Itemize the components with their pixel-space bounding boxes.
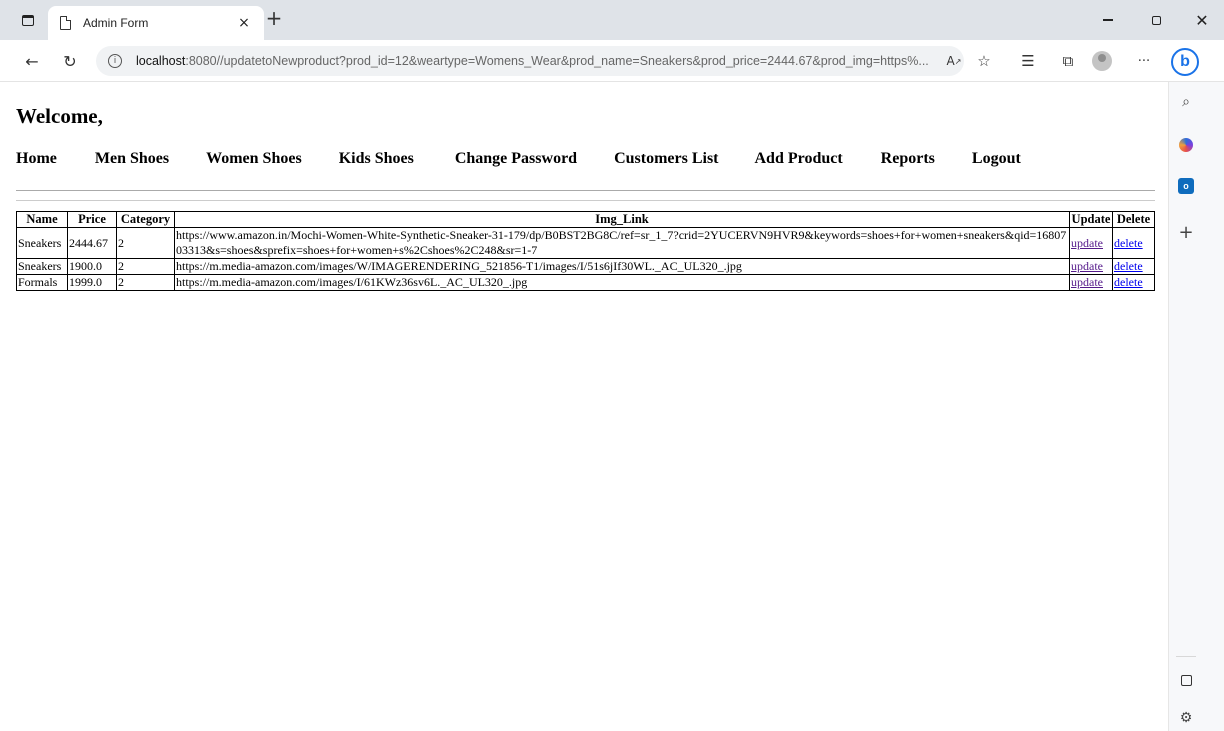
- delete-link[interactable]: delete: [1114, 259, 1143, 273]
- product-category: 2: [116, 227, 175, 259]
- menu-customers-list[interactable]: Customers List: [614, 150, 718, 168]
- update-link[interactable]: update: [1071, 275, 1103, 289]
- address-bar[interactable]: i localhost :8080//updatetoNewproduct?pr…: [96, 46, 964, 76]
- navigation-bar: ← ↻ i localhost :8080//updatetoNewproduc…: [0, 40, 1224, 82]
- update-link[interactable]: update: [1071, 259, 1103, 273]
- add-sidebar-app-icon[interactable]: +: [1176, 222, 1196, 243]
- admin-menu: Home Men Shoes Women Shoes Kids Shoes Ch…: [16, 150, 1021, 168]
- star-add-icon[interactable]: ☆: [972, 49, 996, 73]
- restore-icon[interactable]: [1144, 8, 1168, 32]
- split-pane-icon[interactable]: [1176, 670, 1196, 690]
- minimize-icon[interactable]: [1096, 8, 1120, 32]
- info-icon[interactable]: i: [108, 54, 122, 68]
- new-tab-button[interactable]: +: [262, 6, 286, 30]
- products-table: Name Price Category Img_Link Update Dele…: [16, 211, 1155, 291]
- menu-men-shoes[interactable]: Men Shoes: [95, 150, 169, 168]
- back-arrow-icon[interactable]: ←: [20, 49, 44, 73]
- page-content: Welcome, Home Men Shoes Women Shoes Kids…: [0, 82, 1166, 731]
- search-icon[interactable]: ⌕: [1176, 92, 1196, 112]
- divider: [16, 200, 1155, 201]
- product-name: Sneakers: [16, 227, 68, 259]
- table-row: Sneakers 2444.67 2 https://www.amazon.in…: [16, 227, 1155, 259]
- more-menu-icon[interactable]: ···: [1132, 49, 1156, 73]
- collections-icon[interactable]: ⧉: [1056, 49, 1080, 73]
- update-link[interactable]: update: [1071, 236, 1103, 250]
- menu-women-shoes[interactable]: Women Shoes: [206, 150, 302, 168]
- bing-icon[interactable]: b: [1171, 48, 1199, 76]
- copilot-icon[interactable]: [1179, 138, 1193, 152]
- menu-home[interactable]: Home: [16, 150, 57, 168]
- product-img-link: https://m.media-amazon.com/images/I/61KW…: [174, 274, 1070, 291]
- delete-link[interactable]: delete: [1114, 236, 1143, 250]
- profile-avatar[interactable]: [1092, 51, 1112, 71]
- welcome-heading: Welcome,: [16, 104, 103, 128]
- column-header-price: Price: [67, 211, 117, 228]
- menu-kids-shoes[interactable]: Kids Shoes: [339, 150, 414, 168]
- sidebar-toggle-icon[interactable]: [16, 8, 40, 32]
- product-price: 2444.67: [67, 227, 117, 259]
- read-aloud-icon[interactable]: A ↗: [942, 49, 966, 73]
- favorites-icon[interactable]: ☰: [1016, 49, 1040, 73]
- divider: [16, 190, 1155, 191]
- product-name: Formals: [16, 274, 68, 291]
- menu-change-password[interactable]: Change Password: [455, 150, 577, 168]
- table-row: Sneakers 1900.0 2 https://m.media-amazon…: [16, 258, 1155, 275]
- product-category: 2: [116, 274, 175, 291]
- product-price: 1900.0: [67, 258, 117, 275]
- title-bar: Admin Form × + ✕: [0, 0, 1224, 40]
- browser-tab-active[interactable]: Admin Form ×: [48, 6, 264, 40]
- column-header-name: Name: [16, 211, 68, 228]
- menu-add-product[interactable]: Add Product: [755, 150, 843, 168]
- menu-logout[interactable]: Logout: [972, 150, 1021, 168]
- product-name: Sneakers: [16, 258, 68, 275]
- menu-reports[interactable]: Reports: [881, 150, 935, 168]
- refresh-icon[interactable]: ↻: [58, 49, 82, 73]
- gear-icon[interactable]: ⚙: [1176, 708, 1196, 728]
- column-header-img-link: Img_Link: [174, 211, 1070, 228]
- tab-title: Admin Form: [83, 16, 149, 30]
- sidebar-divider: [1176, 656, 1196, 657]
- url-host: localhost: [136, 54, 186, 68]
- outlook-icon[interactable]: o: [1178, 178, 1194, 194]
- browser-sidebar: [1168, 82, 1224, 731]
- close-tab-icon[interactable]: ×: [234, 15, 254, 31]
- page-icon: [60, 16, 71, 30]
- table-header-row: Name Price Category Img_Link Update Dele…: [16, 211, 1155, 228]
- column-header-update: Update: [1069, 211, 1113, 228]
- table-row: Formals 1999.0 2 https://m.media-amazon.…: [16, 274, 1155, 291]
- product-img-link: https://www.amazon.in/Mochi-Women-White-…: [174, 227, 1070, 259]
- column-header-category: Category: [116, 211, 175, 228]
- url-path: :8080//updatetoNewproduct?prod_id=12&wea…: [185, 54, 929, 68]
- product-img-link: https://m.media-amazon.com/images/W/IMAG…: [174, 258, 1070, 275]
- product-category: 2: [116, 258, 175, 275]
- column-header-delete: Delete: [1112, 211, 1155, 228]
- close-window-icon[interactable]: ✕: [1190, 8, 1214, 32]
- delete-link[interactable]: delete: [1114, 275, 1143, 289]
- product-price: 1999.0: [67, 274, 117, 291]
